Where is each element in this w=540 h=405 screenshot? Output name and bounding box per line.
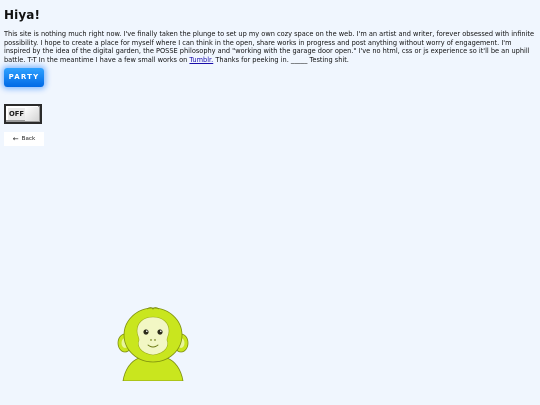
back-button[interactable]: ← Back	[4, 132, 44, 146]
intro-paragraph: This site is nothing much right now. I'v…	[4, 30, 536, 64]
on-off-toggle[interactable]: OFF ON	[4, 104, 42, 124]
toggle-knob	[25, 107, 39, 121]
intro-text-end: Thanks for peeking in. _____ Testing shi…	[213, 55, 349, 64]
monkey-icon	[117, 307, 189, 381]
party-button[interactable]: PARTY	[4, 68, 44, 87]
toggle-off-label: OFF	[9, 110, 25, 118]
back-arrow-icon: ←	[12, 134, 19, 143]
monkey-left-eye	[143, 329, 149, 335]
page: Hiya! This site is nothing much right no…	[0, 0, 540, 405]
monkey-right-eye	[157, 329, 163, 335]
page-title: Hiya!	[4, 8, 41, 22]
tumblr-link[interactable]: Tumblr.	[189, 56, 213, 64]
monkey-face	[136, 316, 170, 356]
back-button-label: Back	[21, 136, 36, 142]
